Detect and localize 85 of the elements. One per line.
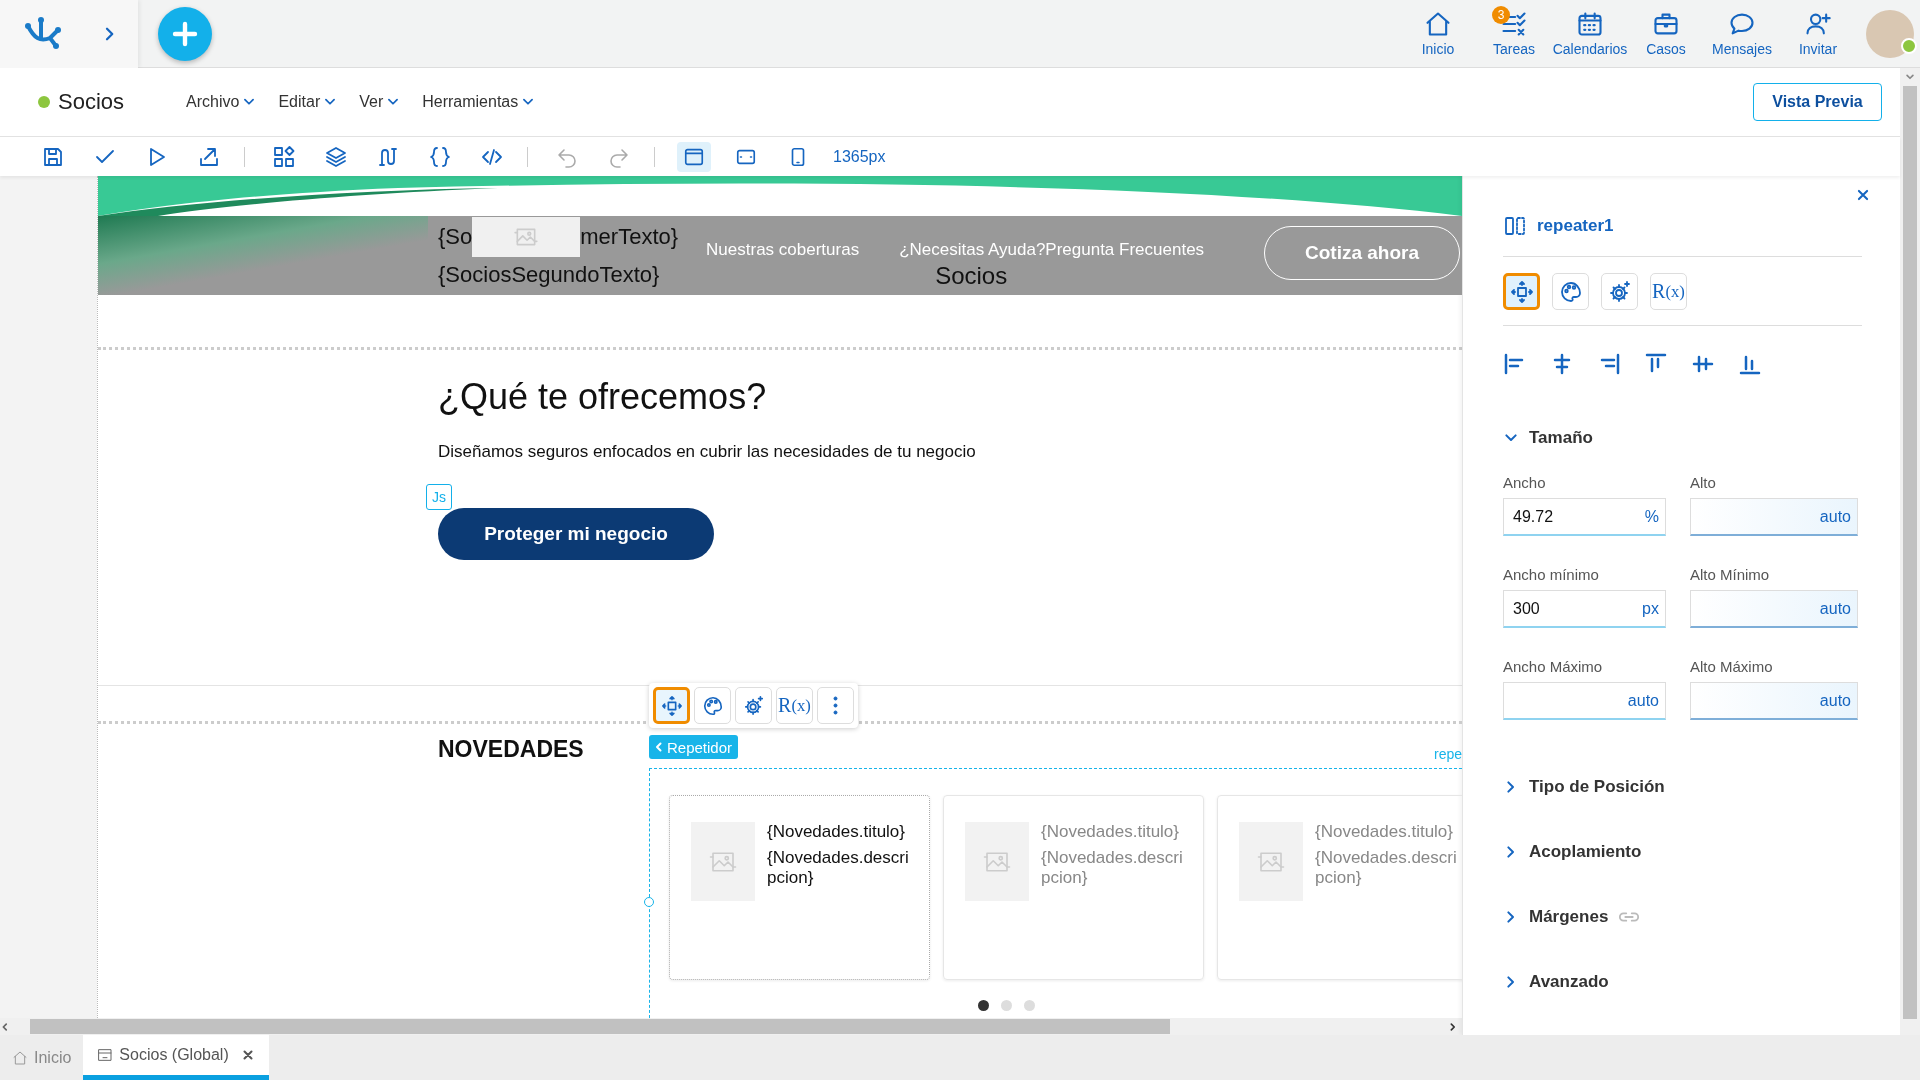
calendar-icon bbox=[1576, 10, 1604, 38]
size-field[interactable]: auto bbox=[1690, 682, 1858, 720]
field-label: Alto Mínimo bbox=[1690, 566, 1771, 583]
section-header[interactable]: Tamaño bbox=[1503, 426, 1862, 450]
size-field[interactable]: auto bbox=[1690, 590, 1858, 628]
nav-item[interactable]: Mensajes bbox=[1706, 10, 1778, 57]
document-tab[interactable]: Socios (Global) bbox=[83, 1035, 269, 1080]
card-text: {Novedades.descri pcion} bbox=[1315, 848, 1458, 888]
section-header[interactable]: Avanzado bbox=[1503, 970, 1862, 994]
close-icon bbox=[1856, 188, 1870, 202]
scroll-right-icon bbox=[1448, 1021, 1458, 1032]
card-text: {Novedades.descri pcion} bbox=[767, 848, 910, 888]
style-tool[interactable] bbox=[694, 687, 731, 724]
nav-item[interactable]: Calendarios bbox=[1554, 10, 1626, 57]
settings-tab[interactable] bbox=[1601, 273, 1638, 310]
template-text: {SociosSegundoTexto} bbox=[438, 262, 660, 288]
field-label: Ancho Máximo bbox=[1503, 658, 1604, 675]
gear-icon bbox=[742, 694, 765, 717]
document-title: Socios bbox=[58, 89, 125, 115]
component-name: repeater1 bbox=[1537, 216, 1614, 236]
section-header[interactable]: Márgenes bbox=[1503, 905, 1862, 929]
card-title: {Novedades.titulo} bbox=[1041, 822, 1180, 842]
scrollbar-thumb[interactable] bbox=[1903, 86, 1917, 1019]
menu[interactable]: Ver bbox=[359, 93, 401, 111]
layers-icon bbox=[324, 144, 348, 169]
section-heading: NOVEDADES bbox=[438, 736, 585, 764]
menu[interactable]: Archivo bbox=[186, 93, 257, 111]
count-badge: 3 bbox=[1492, 6, 1510, 24]
gear-icon bbox=[1607, 279, 1632, 304]
more-icon bbox=[833, 696, 838, 715]
protect-button[interactable]: Proteger mi negocio bbox=[438, 508, 714, 560]
menu[interactable]: Editar bbox=[278, 93, 338, 111]
online-dot bbox=[1901, 37, 1917, 54]
pager-dot[interactable] bbox=[1023, 1000, 1035, 1011]
card-title: {Novedades.titulo} bbox=[767, 822, 906, 842]
repeater-icon bbox=[1503, 214, 1527, 238]
section-text: Diseñamos seguros enfocados en cubrir las necesidades de tu negocio bbox=[438, 442, 976, 462]
palette-icon bbox=[701, 694, 724, 717]
move-icon bbox=[1509, 279, 1534, 304]
field-label: Ancho mínimo bbox=[1503, 566, 1600, 583]
pager-dot[interactable] bbox=[1000, 1000, 1012, 1011]
status-dot-icon bbox=[38, 96, 50, 108]
checklist-icon bbox=[1500, 10, 1528, 38]
scroll-left-icon bbox=[0, 1021, 10, 1032]
resize-handle[interactable] bbox=[644, 897, 654, 907]
nav-item[interactable]: Invitar bbox=[1782, 10, 1854, 57]
style-tab[interactable] bbox=[1552, 273, 1589, 310]
desktop-view-button[interactable] bbox=[677, 141, 711, 172]
size-field[interactable]: auto bbox=[1690, 498, 1858, 536]
header-subtitle: Socios bbox=[935, 262, 1009, 290]
form-icon bbox=[97, 1047, 114, 1063]
section-heading: ¿Qué te ofrecemos? bbox=[438, 376, 767, 418]
close-button[interactable] bbox=[1856, 188, 1870, 202]
layout-tool[interactable] bbox=[653, 687, 690, 724]
template-text: {So bbox=[438, 224, 473, 250]
preview-button[interactable]: Vista Previa bbox=[1753, 83, 1882, 121]
components-icon bbox=[272, 144, 296, 169]
template-text: merTexto} bbox=[580, 224, 679, 250]
home-icon bbox=[1424, 10, 1452, 38]
section-header[interactable]: Tipo de Posición bbox=[1503, 775, 1862, 799]
size-field[interactable]: auto bbox=[1503, 682, 1666, 720]
close-icon bbox=[240, 1048, 255, 1062]
palette-icon bbox=[1558, 279, 1583, 304]
field-label: Alto bbox=[1690, 474, 1717, 491]
braces-icon bbox=[428, 144, 452, 169]
move-icon bbox=[660, 694, 683, 717]
settings-tool[interactable] bbox=[735, 687, 772, 724]
size-field[interactable]: 49.72 % bbox=[1503, 498, 1666, 536]
pager-dot[interactable] bbox=[977, 1000, 989, 1011]
card-text: {Novedades.descri pcion} bbox=[1041, 848, 1184, 888]
menu[interactable]: Herramientas bbox=[422, 93, 536, 111]
size-field[interactable]: 300 px bbox=[1503, 590, 1666, 628]
document-tab[interactable]: Inicio bbox=[0, 1035, 84, 1080]
layout-tab[interactable] bbox=[1503, 273, 1540, 310]
field-label: Ancho bbox=[1503, 474, 1547, 491]
home-icon bbox=[12, 1049, 28, 1066]
canvas-width: 1365px bbox=[833, 147, 886, 166]
nav-item[interactable]: Casos bbox=[1630, 10, 1702, 57]
chevron-left-icon bbox=[653, 741, 665, 753]
scrollbar-thumb[interactable] bbox=[30, 1019, 1170, 1034]
card-title: {Novedades.titulo} bbox=[1315, 822, 1454, 842]
nav-item[interactable]: Inicio bbox=[1402, 10, 1474, 57]
field-label: Alto Máximo bbox=[1690, 658, 1774, 675]
section-header[interactable]: Acoplamiento bbox=[1503, 840, 1862, 864]
repeater-label: repe bbox=[1433, 746, 1462, 762]
